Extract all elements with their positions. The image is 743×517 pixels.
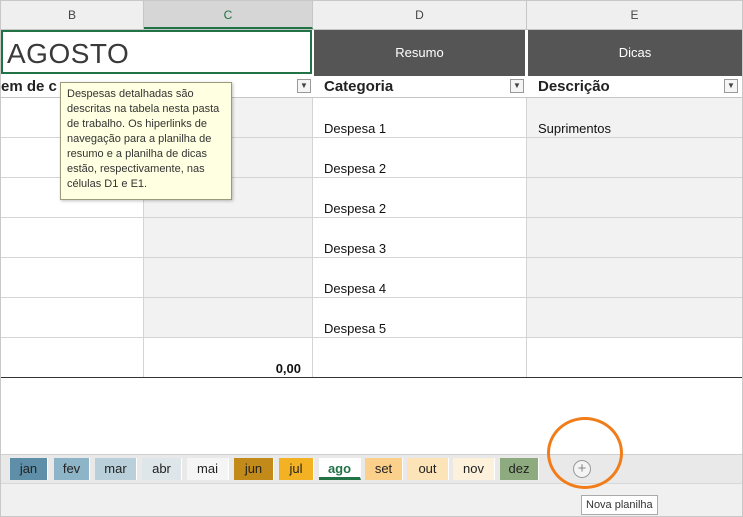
category-cell[interactable]: Despesa 3: [324, 241, 386, 256]
tab-jun[interactable]: jun: [234, 458, 274, 480]
cell-comment-tooltip: Despesas detalhadas são descritas na tab…: [60, 82, 232, 200]
tips-link-button[interactable]: Dicas: [528, 30, 742, 76]
tab-jan[interactable]: jan: [10, 458, 48, 480]
column-header-b[interactable]: B: [1, 1, 144, 29]
tab-ago[interactable]: ago: [319, 458, 361, 480]
table-bottom-border: [1, 377, 742, 378]
tab-jul[interactable]: jul: [279, 458, 314, 480]
description-cell[interactable]: Suprimentos: [538, 121, 611, 136]
tab-mar[interactable]: mar: [95, 458, 137, 480]
dropdown-arrow-icon[interactable]: ▼: [297, 79, 311, 93]
grid-line: [1, 257, 742, 258]
tab-abr[interactable]: abr: [142, 458, 182, 480]
category-cell[interactable]: Despesa 2: [324, 161, 386, 176]
column-header-d[interactable]: D: [313, 1, 527, 29]
tab-dez[interactable]: dez: [500, 458, 539, 480]
summary-link-button[interactable]: Resumo: [314, 30, 525, 76]
table-row-band: [527, 178, 742, 218]
category-cell[interactable]: Despesa 5: [324, 321, 386, 336]
table-row-band: [527, 298, 742, 338]
table-row-band: [527, 258, 742, 298]
table-row-band: [527, 218, 742, 258]
tab-set[interactable]: set: [365, 458, 403, 480]
category-cell[interactable]: Despesa 1: [324, 121, 386, 136]
title-cell[interactable]: AGOSTO: [1, 30, 312, 74]
column-header-bar: B C D E: [1, 1, 742, 30]
tab-fev[interactable]: fev: [54, 458, 90, 480]
category-cell[interactable]: Despesa 2: [324, 201, 386, 216]
grid-line: [1, 297, 742, 298]
grid-line: [312, 98, 313, 378]
excel-window: B C D E AGOSTO Resumo Dicas em de c ▼ Ca…: [0, 0, 743, 517]
sheet-title: AGOSTO: [7, 38, 130, 69]
dropdown-arrow-icon[interactable]: ▼: [510, 79, 524, 93]
tab-nov[interactable]: nov: [453, 458, 495, 480]
table-row-band: [144, 258, 313, 298]
grid-line: [526, 98, 527, 378]
grid-line: [1, 217, 742, 218]
column-header-c[interactable]: C: [144, 1, 313, 29]
header-description: Descrição: [538, 78, 610, 95]
tab-mai[interactable]: mai: [187, 458, 229, 480]
header-item: em de c: [1, 78, 57, 95]
table-row-band: [144, 298, 313, 338]
grid-line: [1, 337, 742, 338]
header-category: Categoria: [324, 78, 394, 95]
category-cell[interactable]: Despesa 4: [324, 281, 386, 296]
highlight-ring: [547, 417, 623, 489]
total-cell[interactable]: 0,00: [251, 361, 301, 376]
tab-out[interactable]: out: [407, 458, 449, 480]
table-row-band: [144, 218, 313, 258]
table-row-band: [527, 138, 742, 178]
sheet-tab-bar: jan fev mar abr mai jun jul ago set out …: [1, 454, 742, 483]
dropdown-arrow-icon[interactable]: ▼: [724, 79, 738, 93]
column-header-e[interactable]: E: [527, 1, 742, 29]
new-sheet-tooltip: Nova planilha: [581, 495, 658, 515]
